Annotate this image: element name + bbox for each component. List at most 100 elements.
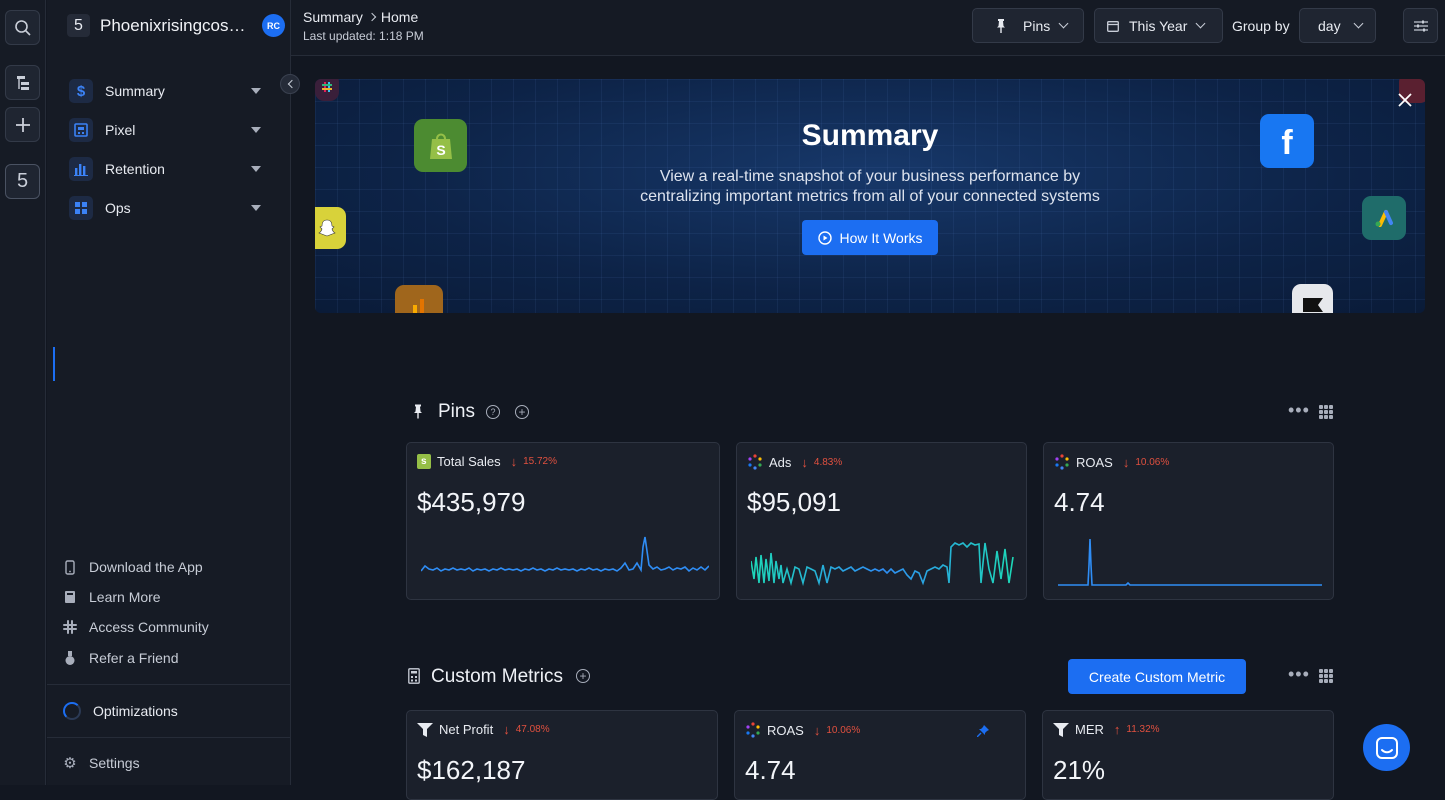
metric-label: ROAS <box>1076 454 1113 470</box>
chat-icon <box>1375 736 1398 759</box>
breadcrumb-leaf: Home <box>380 9 419 25</box>
shop-number: 5 <box>67 14 90 37</box>
settings-link[interactable]: ⚙ Settings <box>63 755 139 772</box>
sparkline-total-sales <box>421 536 709 573</box>
summary-banner: S f Summary View a real-time snapshot of… <box>315 79 1425 313</box>
date-range-dropdown[interactable]: This Year <box>1094 8 1223 43</box>
metric-delta: 11.32% <box>1126 724 1160 735</box>
chevron-down-icon <box>1195 18 1206 29</box>
chat-button[interactable] <box>1363 724 1410 771</box>
date-range-label: This Year <box>1129 17 1188 34</box>
arrow-down-icon: ↓ <box>1122 454 1130 470</box>
learn-more-link[interactable]: Learn More <box>63 589 161 605</box>
more-options-icon[interactable]: ••• <box>1288 400 1310 421</box>
tree-button[interactable] <box>5 65 40 100</box>
drag-handle-icon[interactable] <box>1319 405 1333 419</box>
access-community-link[interactable]: Access Community <box>63 619 209 635</box>
avatar[interactable]: RC <box>262 14 285 37</box>
medal-icon <box>63 650 77 666</box>
analytics-logo <box>395 285 443 313</box>
funnel-icon <box>1053 722 1069 737</box>
workspace-5[interactable]: 5 <box>5 164 40 199</box>
filters-button[interactable] <box>1403 8 1438 43</box>
sidebar-item-ops[interactable]: Ops <box>69 195 261 221</box>
group-by-value: day <box>1318 17 1341 34</box>
bar-chart-icon <box>69 157 93 181</box>
collapse-sidebar-button[interactable] <box>280 74 300 94</box>
chevron-down-icon[interactable] <box>251 166 261 172</box>
metric-label: MER <box>1075 722 1104 737</box>
metric-delta: 4.83% <box>813 456 843 468</box>
workspace-number: 5 <box>16 170 29 192</box>
chevron-down-icon[interactable] <box>251 205 261 211</box>
sparkline-roas <box>1058 538 1322 586</box>
refer-friend-label: Refer a Friend <box>89 650 179 666</box>
pixel-icon <box>69 118 93 142</box>
breadcrumb-root[interactable]: Summary <box>303 9 363 25</box>
help-icon[interactable]: ? <box>486 405 500 419</box>
how-it-works-label: How It Works <box>839 229 923 246</box>
create-custom-metric-button[interactable]: Create Custom Metric <box>1068 659 1246 694</box>
grid-icon <box>69 196 93 220</box>
chevron-down-icon[interactable] <box>251 88 261 94</box>
chevron-down-icon <box>1058 18 1069 29</box>
sidebar-item-label: Ops <box>105 200 131 216</box>
arrow-down-icon: ↓ <box>503 722 510 737</box>
metric-value: $162,187 <box>417 755 526 785</box>
metric-card-total-sales[interactable]: s Total Sales ↓ 15.72% $435,979 <box>406 442 720 600</box>
download-app-link[interactable]: Download the App <box>63 559 203 575</box>
metric-card-net-profit[interactable]: Net Profit ↓ 47.08% $162,187 <box>406 710 718 800</box>
add-pin-icon[interactable]: + <box>515 405 529 419</box>
sidebar-item-pixel[interactable]: Pixel <box>69 117 261 143</box>
metric-value: $95,091 <box>747 487 841 517</box>
access-community-label: Access Community <box>89 619 209 635</box>
sidebar-item-label: Pixel <box>105 122 136 138</box>
roas-icon <box>1055 454 1069 470</box>
metric-label: Total Sales <box>437 454 501 469</box>
optimizations-link[interactable]: Optimizations <box>63 702 178 720</box>
group-by-dropdown[interactable]: day <box>1299 8 1376 43</box>
last-updated: Last updated: 1:18 PM <box>303 29 424 43</box>
metric-card-roas[interactable]: ROAS ↓ 10.06% 4.74 <box>1043 442 1334 600</box>
metric-delta: 15.72% <box>523 456 558 467</box>
banner-title: Summary <box>801 119 939 152</box>
scroll-indicator[interactable] <box>53 347 55 381</box>
metric-delta: 10.06% <box>1135 456 1170 468</box>
top-bar: Summary Home Last updated: 1:18 PM Pins … <box>291 0 1445 56</box>
search-icon <box>14 19 31 36</box>
funnel-icon <box>417 722 433 737</box>
drag-handle-icon[interactable] <box>1319 669 1333 683</box>
spinner-icon <box>63 702 81 720</box>
chevron-down-icon[interactable] <box>251 127 261 133</box>
chevron-down-icon <box>1353 18 1364 29</box>
pins-section-title: Pins <box>438 401 475 422</box>
sidebar-item-summary[interactable]: $ Summary <box>69 78 261 104</box>
metric-label: ROAS <box>767 722 804 738</box>
shopify-icon: s <box>417 454 431 469</box>
plus-icon <box>15 117 30 132</box>
metric-card-mer[interactable]: MER ↑ 11.32% 21% <box>1042 710 1334 800</box>
add-workspace-button[interactable] <box>5 107 40 142</box>
close-banner-button[interactable] <box>1395 90 1415 110</box>
pin-icon <box>997 18 1005 33</box>
shop-switcher[interactable]: 5 Phoenixrisingcosmetics RC <box>67 14 285 37</box>
pins-dropdown[interactable]: Pins <box>972 8 1084 43</box>
add-custom-metric-icon[interactable]: + <box>576 669 590 683</box>
sliders-icon <box>1413 20 1428 31</box>
chevron-right-icon <box>367 12 377 22</box>
more-options-icon[interactable]: ••• <box>1288 664 1310 685</box>
search-button[interactable] <box>5 10 40 45</box>
metric-card-ads[interactable]: Ads ↓ 4.83% $95,091 <box>736 442 1027 600</box>
how-it-works-button[interactable]: How It Works <box>802 220 938 255</box>
metric-value: $435,979 <box>417 487 526 517</box>
metric-card-roas-custom[interactable]: ROAS ↓ 10.06% 4.74 <box>734 710 1026 800</box>
arrow-down-icon: ↓ <box>813 722 821 738</box>
refer-friend-link[interactable]: Refer a Friend <box>63 650 178 666</box>
klaviyo-logo <box>1292 284 1333 313</box>
sidebar-item-retention[interactable]: Retention <box>69 156 261 182</box>
group-by-label: Group by <box>1232 18 1290 34</box>
metric-label: Ads <box>769 454 792 470</box>
roas-icon <box>746 722 760 738</box>
metric-value: 4.74 <box>1054 487 1105 517</box>
pinned-icon[interactable] <box>976 724 989 742</box>
